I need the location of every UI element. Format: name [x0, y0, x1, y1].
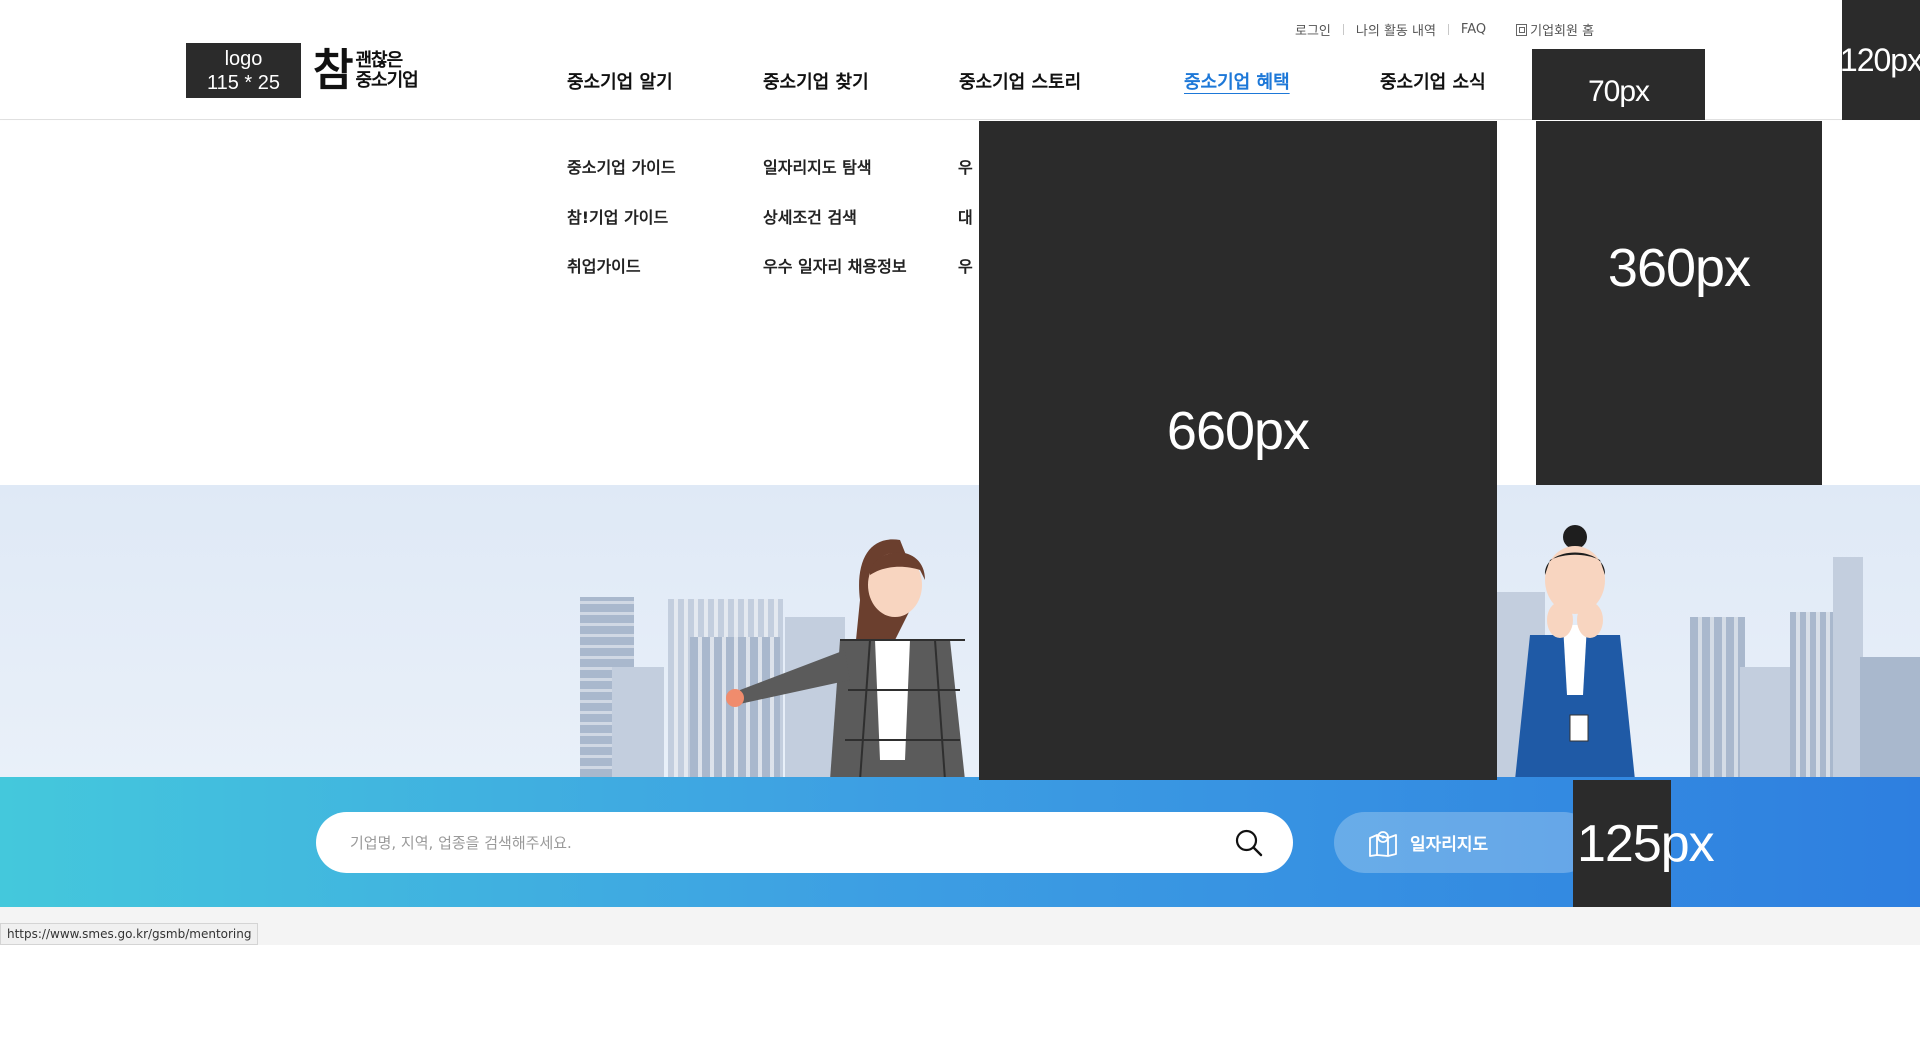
hero-banner	[0, 485, 1920, 777]
company-home-link[interactable]: 기업회원 홈	[1516, 20, 1594, 39]
submenu-jobmap-explore[interactable]: 일자리지도 탐색	[763, 154, 872, 178]
building-illustration	[1860, 657, 1920, 777]
login-link[interactable]: 로그인	[1295, 20, 1331, 39]
bottom-strip	[0, 907, 1920, 945]
jobmap-label: 일자리지도	[1410, 835, 1489, 855]
divider	[1498, 24, 1504, 35]
gnb-sme-story[interactable]: 중소기업 스토리	[959, 68, 1081, 94]
building-illustration	[1740, 667, 1790, 777]
submenu-job-guide[interactable]: 취업가이드	[567, 253, 641, 277]
brand-logo[interactable]: 참 괜찮은 중소기업	[313, 45, 419, 96]
placeholder-header-box: 70px	[1532, 49, 1705, 120]
my-activity-link[interactable]: 나의 활동 내역	[1356, 20, 1436, 39]
status-bar-url: https://www.smes.go.kr/gsmb/mentoring	[0, 923, 259, 945]
brand-text: 괜찮은 중소기업	[355, 50, 418, 91]
brand-mark: 참	[313, 45, 354, 96]
gnb-sme-benefits[interactable]: 중소기업 혜택	[1184, 68, 1290, 94]
building-icon	[1516, 24, 1528, 36]
building-illustration	[612, 667, 664, 777]
gnb-about-sme[interactable]: 중소기업 알기	[567, 68, 673, 94]
woman-illustration-left	[726, 539, 965, 777]
placeholder-big-center: 660px	[979, 121, 1497, 780]
faq-link[interactable]: FAQ	[1461, 22, 1486, 37]
building-illustration	[1690, 617, 1745, 777]
placeholder-small-box: 125px	[1573, 780, 1715, 907]
submenu-detail-search[interactable]: 상세조건 검색	[763, 204, 857, 228]
divider	[1447, 24, 1449, 35]
woman-illustration-right	[1515, 525, 1635, 777]
search-box	[316, 812, 1293, 873]
jobmap-button[interactable]: 일자리지도	[1334, 812, 1594, 873]
submenu-col3-item-3[interactable]: 우	[958, 253, 973, 277]
gnb-sme-news[interactable]: 중소기업 소식	[1380, 68, 1486, 94]
divider	[1342, 24, 1344, 35]
company-home-label: 기업회원 홈	[1530, 24, 1595, 39]
search-input[interactable]	[350, 812, 1210, 873]
submenu-col3-item-1[interactable]: 우	[958, 154, 973, 178]
utility-nav: 로그인 나의 활동 내역 FAQ 기업회원 홈	[1295, 20, 1594, 39]
submenu-job-postings[interactable]: 우수 일자리 채용정보	[763, 253, 907, 277]
map-pin-icon	[1369, 830, 1397, 857]
submenu-col3-item-2[interactable]: 대	[958, 204, 973, 228]
logo-placeholder[interactable]: logo 115 * 25	[186, 43, 301, 98]
placeholder-right-box: 360px	[1536, 121, 1822, 485]
building-illustration	[1833, 557, 1863, 777]
search-icon[interactable]	[1234, 828, 1264, 858]
gnb-find-sme[interactable]: 중소기업 찾기	[763, 68, 869, 94]
placeholder-top-right: 120px	[1840, 0, 1920, 120]
submenu-sme-guide[interactable]: 중소기업 가이드	[567, 154, 676, 178]
submenu-chamgiup-guide[interactable]: 참!기업 가이드	[567, 204, 668, 228]
